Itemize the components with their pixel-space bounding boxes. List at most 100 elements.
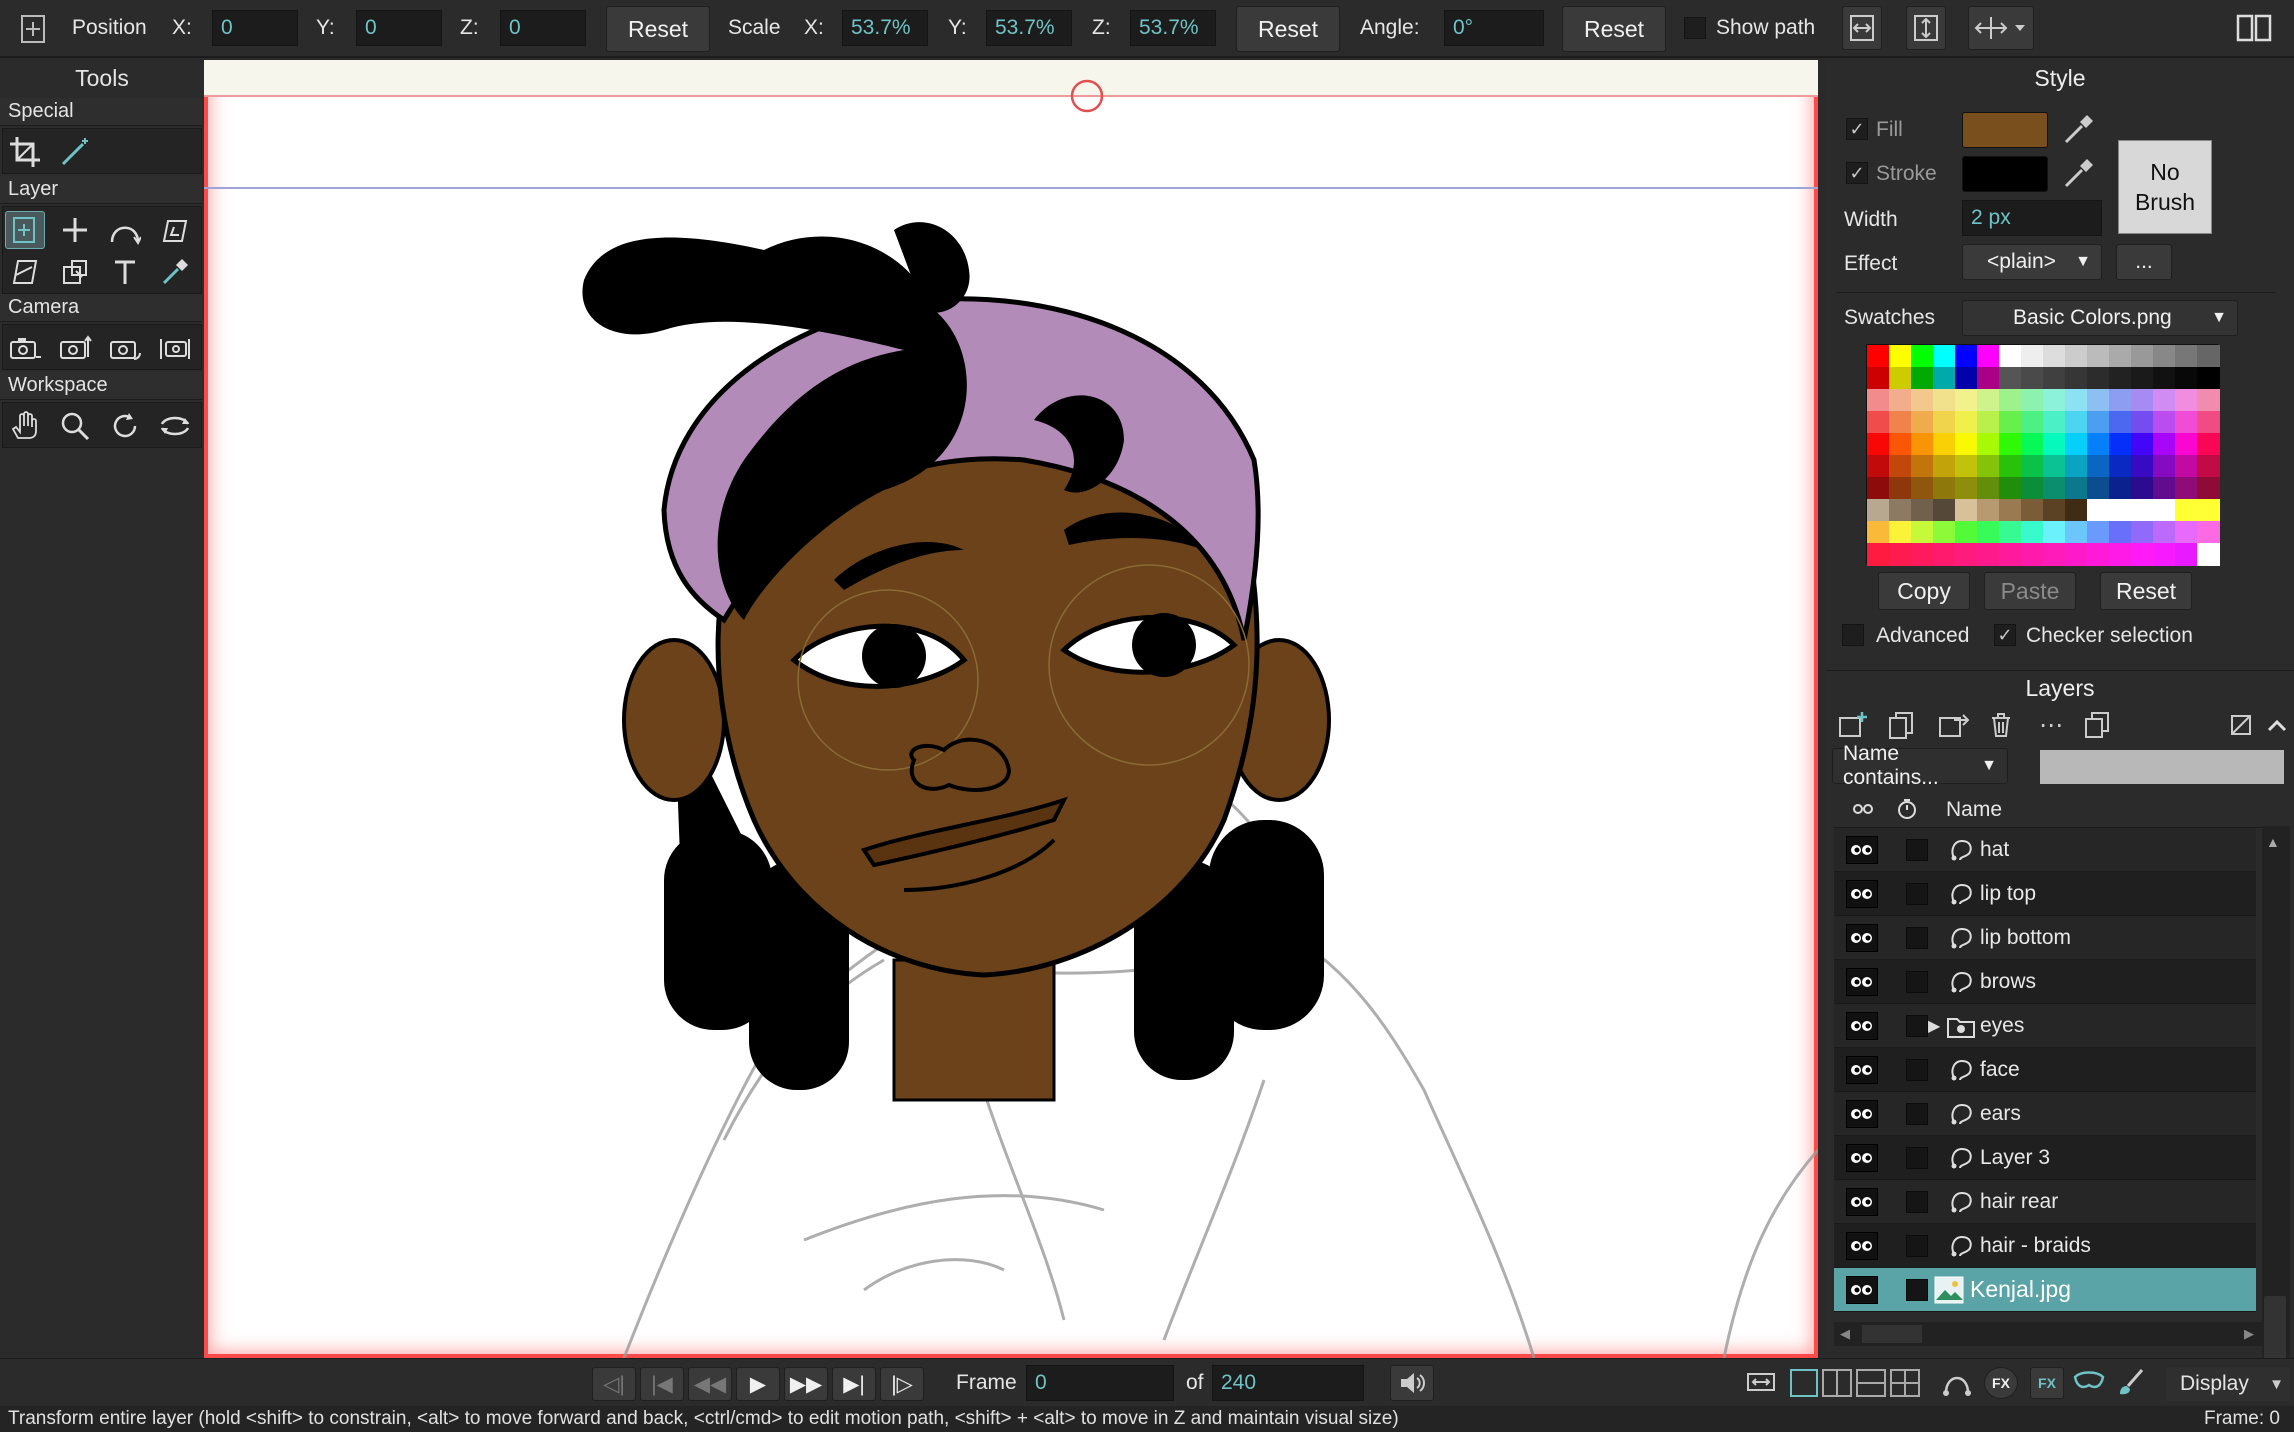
swatch-cell[interactable] bbox=[1911, 345, 1934, 368]
swatch-cell[interactable] bbox=[2153, 411, 2176, 434]
swatch-cell[interactable] bbox=[2153, 389, 2176, 412]
flip-horizontal-button[interactable] bbox=[1842, 6, 1882, 50]
visibility-toggle[interactable] bbox=[1846, 1099, 1878, 1128]
new-layer-button[interactable] bbox=[1836, 710, 1870, 740]
swatch-cell[interactable] bbox=[2197, 477, 2220, 500]
swatch-cell[interactable] bbox=[1955, 411, 1978, 434]
swatch-cell[interactable] bbox=[1867, 345, 1890, 368]
swatch-cell[interactable] bbox=[1889, 411, 1912, 434]
swatch-cell[interactable] bbox=[1867, 433, 1890, 456]
onion-skin-button[interactable] bbox=[2072, 1367, 2106, 1397]
layer-list-hscrollbar[interactable]: ◀ ▶ bbox=[1834, 1322, 2264, 1346]
perspective-tool[interactable] bbox=[5, 253, 45, 291]
swatch-cell[interactable] bbox=[1867, 499, 1890, 522]
swatch-cell[interactable] bbox=[2175, 521, 2198, 544]
bone-curve-tool[interactable] bbox=[105, 211, 145, 249]
swatch-cell[interactable] bbox=[2087, 411, 2110, 434]
swatch-cell[interactable] bbox=[1955, 367, 1978, 390]
shear-layer-tool[interactable] bbox=[155, 211, 195, 249]
swatch-cell[interactable] bbox=[2175, 543, 2198, 566]
visibility-toggle[interactable] bbox=[1846, 835, 1878, 864]
layer-lock-checkbox[interactable] bbox=[1906, 1190, 1928, 1213]
horizontal-split-button[interactable] bbox=[1856, 1369, 1886, 1397]
no-brush-button[interactable]: No Brush bbox=[2118, 140, 2212, 234]
swatch-cell[interactable] bbox=[2131, 455, 2154, 478]
swatch-cell[interactable] bbox=[2021, 521, 2044, 544]
swatch-cell[interactable] bbox=[2131, 345, 2154, 368]
swatch-cell[interactable] bbox=[1933, 367, 1956, 390]
swatch-cell[interactable] bbox=[2153, 433, 2176, 456]
expand-arrow-icon[interactable]: ▶ bbox=[1928, 1016, 1940, 1036]
swatch-cell[interactable] bbox=[1999, 455, 2022, 478]
swatch-cell[interactable] bbox=[1999, 345, 2022, 368]
total-frames-field[interactable]: 240 bbox=[1212, 1365, 1364, 1401]
swatch-cell[interactable] bbox=[2065, 521, 2088, 544]
collapse-panel-button[interactable] bbox=[2264, 710, 2290, 740]
eyedropper-tool[interactable] bbox=[155, 253, 195, 291]
swatch-cell[interactable] bbox=[2043, 345, 2066, 368]
swatch-cell[interactable] bbox=[1999, 521, 2022, 544]
swatch-cell[interactable] bbox=[2087, 433, 2110, 456]
swatch-cell[interactable] bbox=[1867, 521, 1890, 544]
swatch-cell[interactable] bbox=[1977, 345, 2000, 368]
layer-row[interactable]: face bbox=[1834, 1048, 2256, 1092]
swatch-cell[interactable] bbox=[1999, 433, 2022, 456]
camera-roll-tool[interactable] bbox=[105, 329, 145, 367]
swatch-cell[interactable] bbox=[1933, 433, 1956, 456]
swatch-cell[interactable] bbox=[1933, 477, 1956, 500]
layer-lock-checkbox[interactable] bbox=[1906, 1102, 1928, 1125]
swatch-cell[interactable] bbox=[2021, 367, 2044, 390]
orbit-workspace-tool[interactable] bbox=[155, 407, 195, 445]
swatch-cell[interactable] bbox=[1867, 367, 1890, 390]
import-layer-button[interactable] bbox=[1936, 710, 1970, 740]
swatch-cell[interactable] bbox=[2175, 477, 2198, 500]
swatch-cell[interactable] bbox=[1977, 433, 2000, 456]
copy-layer-button[interactable] bbox=[2082, 710, 2112, 740]
angle-reset-button[interactable]: Reset bbox=[1562, 6, 1666, 52]
frame-field[interactable]: 0 bbox=[1026, 1365, 1174, 1401]
swatch-cell[interactable] bbox=[1911, 455, 1934, 478]
swatch-cell[interactable] bbox=[1977, 543, 2000, 566]
swatch-cell[interactable] bbox=[1889, 455, 1912, 478]
swatch-cell[interactable] bbox=[1889, 389, 1912, 412]
swatch-cell[interactable] bbox=[2043, 367, 2066, 390]
swatch-cell[interactable] bbox=[1911, 477, 1934, 500]
fill-checkbox[interactable]: ✓ bbox=[1846, 118, 1868, 140]
swatch-cell[interactable] bbox=[2087, 477, 2110, 500]
swatch-cell[interactable] bbox=[2043, 521, 2066, 544]
layer-filter-dropdown[interactable]: Name contains... ▼ bbox=[1832, 742, 2008, 789]
single-view-button[interactable] bbox=[1790, 1369, 1818, 1397]
swatch-cell[interactable] bbox=[1977, 477, 2000, 500]
swatch-cell[interactable] bbox=[2131, 367, 2154, 390]
swatch-cell[interactable] bbox=[1911, 367, 1934, 390]
swatch-cell[interactable] bbox=[2087, 345, 2110, 368]
swatch-cell[interactable] bbox=[2065, 455, 2088, 478]
audio-button[interactable] bbox=[1390, 1365, 1434, 1401]
swatch-cell[interactable] bbox=[1933, 543, 1956, 566]
swatch-cell[interactable] bbox=[2153, 455, 2176, 478]
swatch-cell[interactable] bbox=[1977, 499, 2000, 522]
swatch-cell[interactable] bbox=[1977, 389, 2000, 412]
advanced-checkbox[interactable] bbox=[1842, 624, 1864, 646]
first-frame-button[interactable]: |◀ bbox=[640, 1367, 684, 1401]
swatch-cell[interactable] bbox=[2153, 477, 2176, 500]
last-frame-button[interactable]: ▶| bbox=[832, 1367, 876, 1401]
swatch-cell[interactable] bbox=[1867, 477, 1890, 500]
scale-z-field[interactable]: 53.7% bbox=[1130, 10, 1216, 46]
scale-y-field[interactable]: 53.7% bbox=[986, 10, 1072, 46]
swatch-cell[interactable] bbox=[2065, 389, 2088, 412]
layer-row[interactable]: hat bbox=[1834, 828, 2256, 872]
layer-lock-checkbox[interactable] bbox=[1906, 838, 1928, 861]
swatch-cell[interactable] bbox=[1933, 345, 1956, 368]
swatch-cell[interactable] bbox=[2197, 543, 2220, 566]
curve-view-button[interactable] bbox=[1942, 1367, 1972, 1397]
layer-filter-input[interactable] bbox=[2040, 750, 2284, 784]
swatch-cell[interactable] bbox=[2043, 543, 2066, 566]
swatch-cell[interactable] bbox=[2065, 477, 2088, 500]
swatch-cell[interactable] bbox=[2021, 477, 2044, 500]
fx-render-button[interactable]: FX bbox=[2030, 1367, 2064, 1399]
swatch-cell[interactable] bbox=[2109, 499, 2132, 522]
swatch-cell[interactable] bbox=[2109, 411, 2132, 434]
swatch-cell[interactable] bbox=[2021, 345, 2044, 368]
swatch-cell[interactable] bbox=[2043, 455, 2066, 478]
